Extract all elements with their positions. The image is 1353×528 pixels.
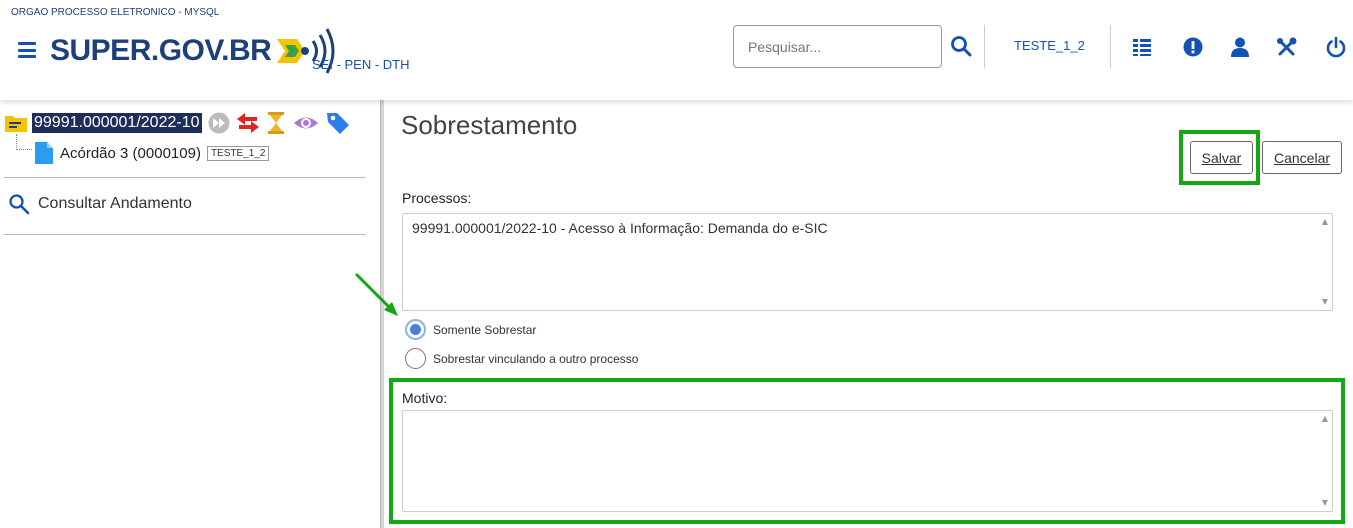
menu-icon[interactable] [18,42,36,58]
super-gov-logo[interactable]: SUPER.GOV.BR [50,26,339,76]
sidebar-divider [4,177,366,178]
header-divider [984,25,985,68]
radio-only-suspend[interactable]: Somente Sobrestar [405,319,536,340]
alert-icon[interactable] [1182,36,1204,58]
hourglass-icon[interactable] [267,111,285,135]
radio-button[interactable] [405,348,426,369]
save-button[interactable]: Salvar [1190,141,1253,174]
consult-progress-link[interactable]: Consultar Andamento [8,193,192,215]
document-user-tag: TESTE_1_2 [206,145,270,161]
folder-icon[interactable] [4,113,28,133]
document-link[interactable]: Acórdão 3 (0000109) [60,145,201,162]
forward-icon[interactable] [207,111,231,135]
sidebar-divider [4,234,366,235]
processes-textarea[interactable]: 99991.000001/2022-10 - Acesso à Informaç… [402,213,1333,311]
tools-icon[interactable] [1276,36,1298,58]
transfer-icon[interactable] [235,111,261,135]
document-icon[interactable] [34,141,54,165]
user-unit-link[interactable]: TESTE_1_2 [1014,38,1085,53]
user-icon[interactable] [1229,36,1251,58]
power-icon[interactable] [1325,36,1347,58]
search-icon[interactable] [950,35,972,57]
radio-label: Somente Sobrestar [433,322,537,337]
processes-scrollbar[interactable]: ▲ ▼ [1319,217,1331,306]
consult-progress-label: Consultar Andamento [38,195,192,212]
processes-label: Processos: [402,190,472,206]
radio-suspend-linked[interactable]: Sobrestar vinculando a outro processo [405,348,638,369]
eye-icon[interactable] [293,111,319,135]
process-tree-root: 99991.000001/2022-10 [4,110,351,136]
search-input[interactable] [733,25,942,68]
radio-label: Sobrestar vinculando a outro processo [433,351,639,366]
search-icon [9,194,30,215]
logo-text: SUPER.GOV.BR [50,34,272,67]
header-divider [1110,25,1111,68]
page-title: Sobrestamento [401,110,578,140]
motivo-scrollbar[interactable]: ▲ ▼ [1319,414,1331,507]
document-tree-item: Acórdão 3 (0000109) TESTE_1_2 [34,140,270,166]
top-header: ORGAO PROCESSO ELETRONICO - MYSQL SUPER.… [0,0,1353,100]
radio-button-checked[interactable] [405,319,426,340]
tree-connector [16,134,32,150]
motivo-label: Motivo: [402,390,448,406]
annotation-arrow-icon [354,272,398,316]
list-icon[interactable] [1131,36,1153,58]
system-label: SEI - PEN - DTH [312,57,410,72]
org-name: ORGAO PROCESSO ELETRONICO - MYSQL [11,7,220,18]
process-number-link[interactable]: 99991.000001/2022-10 [32,113,202,133]
motivo-textarea[interactable] [402,410,1333,512]
cancel-button[interactable]: Cancelar [1262,141,1342,174]
tag-icon[interactable] [325,110,351,136]
